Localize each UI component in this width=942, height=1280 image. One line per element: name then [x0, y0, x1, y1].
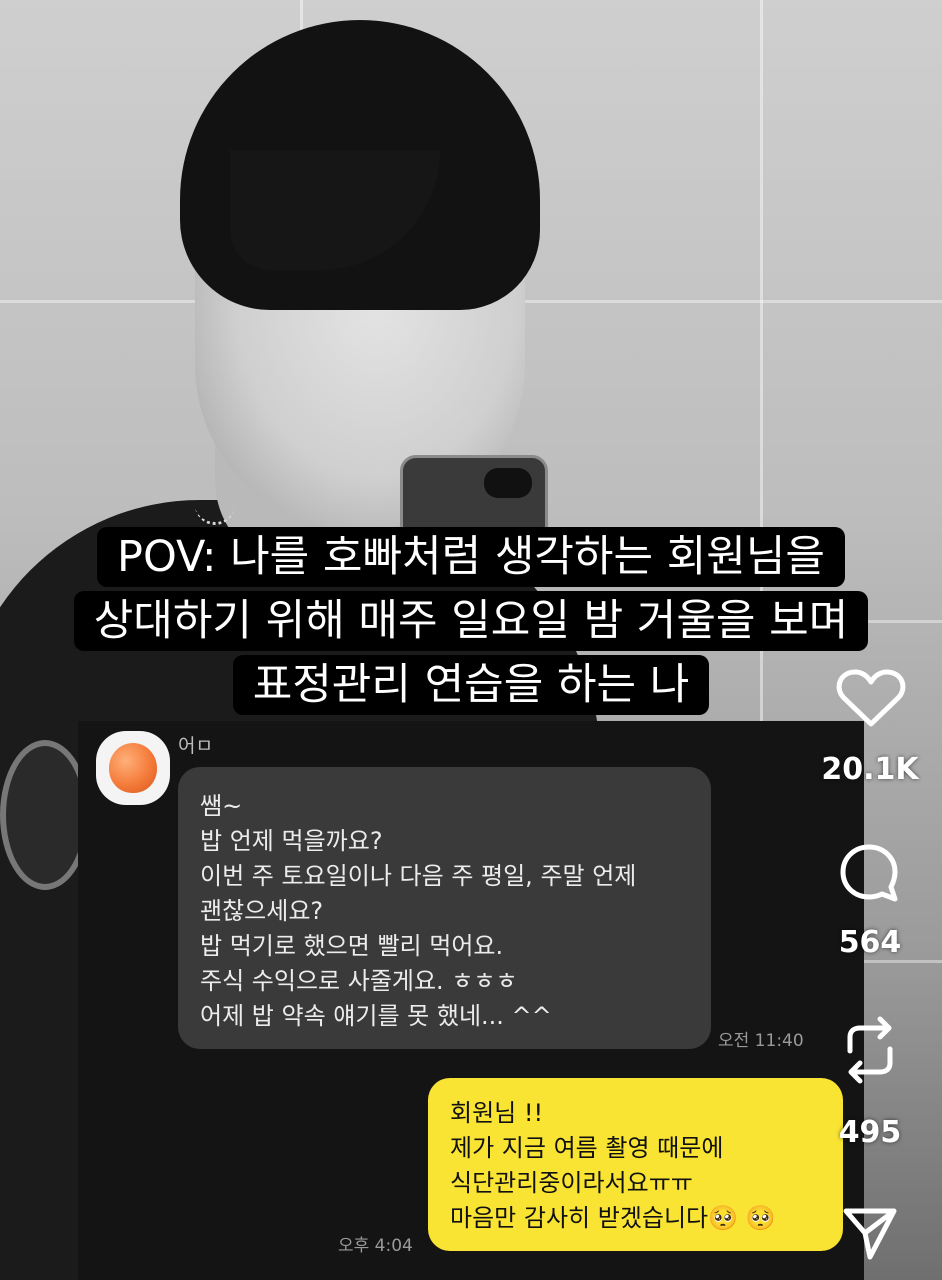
comment-button[interactable]	[838, 842, 900, 904]
share-button[interactable]	[842, 1205, 898, 1261]
message-line: 밥 언제 먹을까요?	[200, 827, 383, 855]
message-line: 괜찮으세요?	[200, 897, 324, 925]
message-timestamp: 오후 4:04	[338, 1236, 413, 1256]
message-line: 회원님 !!	[450, 1099, 544, 1127]
message-line: 식단관리중이라서요ㅠㅠ	[450, 1169, 693, 1197]
pov-caption: POV: 나를 호빠처럼 생각하는 회원님을 상대하기 위해 매주 일요일 밤 …	[0, 527, 942, 719]
shirt-logo	[0, 740, 90, 890]
outgoing-message-bubble: 회원님 !! 제가 지금 여름 촬영 때문에 식단관리중이라서요ㅠㅠ 마음만 감…	[428, 1078, 843, 1251]
chat-screenshot: 어ㅁ 쌤~ 밥 언제 먹을까요? 이번 주 토요일이나 다음 주 평일, 주말 …	[78, 721, 864, 1280]
message-line: 쌤~	[200, 792, 243, 820]
necklace	[195, 485, 235, 525]
repost-button[interactable]	[840, 1015, 900, 1085]
incoming-message-bubble: 쌤~ 밥 언제 먹을까요? 이번 주 토요일이나 다음 주 평일, 주말 언제 …	[178, 767, 711, 1049]
caption-line: 상대하기 위해 매주 일요일 밤 거울을 보며	[73, 591, 869, 651]
share-icon	[843, 1208, 897, 1260]
comment-count: 564	[838, 925, 902, 960]
heart-icon	[836, 669, 906, 727]
avatar	[96, 731, 170, 805]
sender-name: 어ㅁ	[178, 735, 213, 757]
phone-camera	[484, 468, 532, 498]
repost-count: 495	[838, 1115, 902, 1150]
message-line: 이번 주 토요일이나 다음 주 평일, 주말 언제	[200, 862, 637, 890]
message-line: 어제 밥 약속 얘기를 못 했네... ^^	[200, 1002, 552, 1030]
comment-icon	[840, 844, 898, 902]
message-line: 밥 먹기로 했으면 빨리 먹어요.	[200, 932, 504, 960]
message-timestamp: 오전 11:40	[718, 1031, 804, 1051]
message-line: 주식 수익으로 사줄게요. ㅎㅎㅎ	[200, 967, 518, 995]
like-button[interactable]	[836, 668, 906, 728]
caption-line: POV: 나를 호빠처럼 생각하는 회원님을	[97, 527, 845, 587]
peach-icon	[109, 743, 157, 793]
message-line: 마음만 감사히 받겠습니다🥺 🥺	[450, 1204, 776, 1232]
like-count: 20.1K	[821, 752, 919, 787]
message-line: 제가 지금 여름 촬영 때문에	[450, 1134, 724, 1162]
caption-line: 표정관리 연습을 하는 나	[232, 655, 710, 715]
repost-icon	[847, 1016, 893, 1084]
